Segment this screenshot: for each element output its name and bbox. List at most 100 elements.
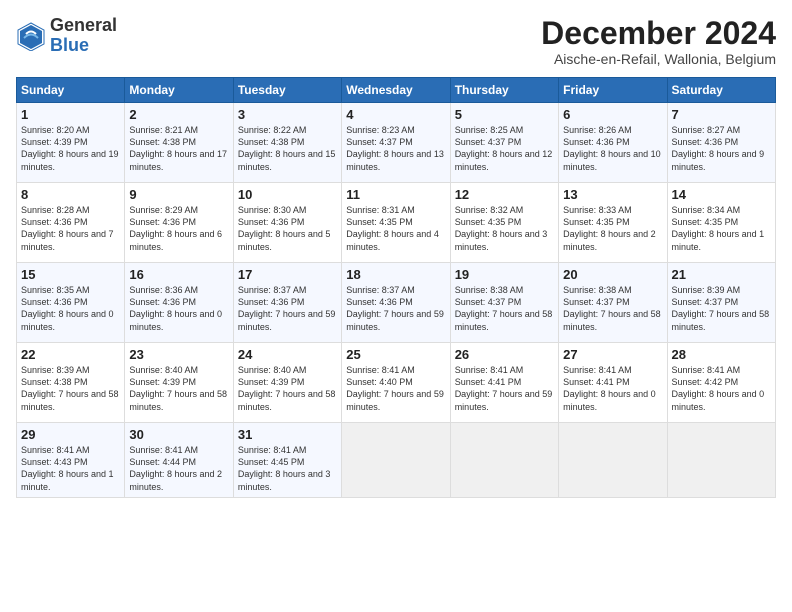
day-info: Sunrise: 8:21 AM Sunset: 4:38 PM Dayligh…	[129, 124, 228, 173]
table-row: 4 Sunrise: 8:23 AM Sunset: 4:37 PM Daylig…	[342, 103, 450, 183]
day-number: 10	[238, 187, 337, 202]
day-number: 17	[238, 267, 337, 282]
day-info: Sunrise: 8:38 AM Sunset: 4:37 PM Dayligh…	[455, 284, 554, 333]
col-monday: Monday	[125, 78, 233, 103]
day-number: 29	[21, 427, 120, 442]
day-info: Sunrise: 8:37 AM Sunset: 4:36 PM Dayligh…	[238, 284, 337, 333]
table-row: 2 Sunrise: 8:21 AM Sunset: 4:38 PM Daylig…	[125, 103, 233, 183]
day-info: Sunrise: 8:35 AM Sunset: 4:36 PM Dayligh…	[21, 284, 120, 333]
day-info: Sunrise: 8:39 AM Sunset: 4:37 PM Dayligh…	[672, 284, 771, 333]
table-row: 24 Sunrise: 8:40 AM Sunset: 4:39 PM Dayli…	[233, 343, 341, 423]
day-number: 18	[346, 267, 445, 282]
day-number: 4	[346, 107, 445, 122]
table-row: 21 Sunrise: 8:39 AM Sunset: 4:37 PM Dayli…	[667, 263, 775, 343]
calendar-table: Sunday Monday Tuesday Wednesday Thursday…	[16, 77, 776, 498]
day-number: 26	[455, 347, 554, 362]
day-info: Sunrise: 8:29 AM Sunset: 4:36 PM Dayligh…	[129, 204, 228, 253]
day-number: 1	[21, 107, 120, 122]
col-sunday: Sunday	[17, 78, 125, 103]
day-number: 6	[563, 107, 662, 122]
col-saturday: Saturday	[667, 78, 775, 103]
day-info: Sunrise: 8:41 AM Sunset: 4:41 PM Dayligh…	[563, 364, 662, 413]
day-number: 24	[238, 347, 337, 362]
day-number: 13	[563, 187, 662, 202]
table-row: 6 Sunrise: 8:26 AM Sunset: 4:36 PM Daylig…	[559, 103, 667, 183]
day-info: Sunrise: 8:41 AM Sunset: 4:44 PM Dayligh…	[129, 444, 228, 493]
table-row: 14 Sunrise: 8:34 AM Sunset: 4:35 PM Dayli…	[667, 183, 775, 263]
day-info: Sunrise: 8:27 AM Sunset: 4:36 PM Dayligh…	[672, 124, 771, 173]
day-number: 25	[346, 347, 445, 362]
table-row	[559, 423, 667, 498]
day-number: 28	[672, 347, 771, 362]
day-info: Sunrise: 8:31 AM Sunset: 4:35 PM Dayligh…	[346, 204, 445, 253]
table-row: 26 Sunrise: 8:41 AM Sunset: 4:41 PM Dayli…	[450, 343, 558, 423]
day-number: 22	[21, 347, 120, 362]
day-number: 2	[129, 107, 228, 122]
day-number: 11	[346, 187, 445, 202]
day-number: 5	[455, 107, 554, 122]
table-row: 22 Sunrise: 8:39 AM Sunset: 4:38 PM Dayli…	[17, 343, 125, 423]
table-row: 13 Sunrise: 8:33 AM Sunset: 4:35 PM Dayli…	[559, 183, 667, 263]
table-row: 1 Sunrise: 8:20 AM Sunset: 4:39 PM Daylig…	[17, 103, 125, 183]
table-row: 29 Sunrise: 8:41 AM Sunset: 4:43 PM Dayli…	[17, 423, 125, 498]
day-info: Sunrise: 8:41 AM Sunset: 4:45 PM Dayligh…	[238, 444, 337, 493]
day-number: 12	[455, 187, 554, 202]
day-info: Sunrise: 8:34 AM Sunset: 4:35 PM Dayligh…	[672, 204, 771, 253]
table-row: 3Sunrise: 8:22 AM Sunset: 4:38 PM Daylig…	[233, 103, 341, 183]
day-number: 16	[129, 267, 228, 282]
col-tuesday: Tuesday	[233, 78, 341, 103]
table-row: 23 Sunrise: 8:40 AM Sunset: 4:39 PM Dayli…	[125, 343, 233, 423]
day-info: Sunrise: 8:30 AM Sunset: 4:36 PM Dayligh…	[238, 204, 337, 253]
day-number: 14	[672, 187, 771, 202]
table-row: 27 Sunrise: 8:41 AM Sunset: 4:41 PM Dayli…	[559, 343, 667, 423]
day-number: 7	[672, 107, 771, 122]
month-title: December 2024	[541, 16, 776, 51]
day-info: Sunrise: 8:37 AM Sunset: 4:36 PM Dayligh…	[346, 284, 445, 333]
table-row: 28Sunrise: 8:41 AM Sunset: 4:42 PM Dayli…	[667, 343, 775, 423]
col-thursday: Thursday	[450, 78, 558, 103]
table-row: 12 Sunrise: 8:32 AM Sunset: 4:35 PM Dayli…	[450, 183, 558, 263]
table-row: 7 Sunrise: 8:27 AM Sunset: 4:36 PM Daylig…	[667, 103, 775, 183]
day-info: Sunrise: 8:40 AM Sunset: 4:39 PM Dayligh…	[238, 364, 337, 413]
day-number: 23	[129, 347, 228, 362]
day-info: Sunrise: 8:33 AM Sunset: 4:35 PM Dayligh…	[563, 204, 662, 253]
day-info: Sunrise: 8:20 AM Sunset: 4:39 PM Dayligh…	[21, 124, 120, 173]
table-row: 19 Sunrise: 8:38 AM Sunset: 4:37 PM Dayli…	[450, 263, 558, 343]
col-wednesday: Wednesday	[342, 78, 450, 103]
col-friday: Friday	[559, 78, 667, 103]
day-info: Sunrise: 8:25 AM Sunset: 4:37 PM Dayligh…	[455, 124, 554, 173]
day-info: Sunrise: 8:32 AM Sunset: 4:35 PM Dayligh…	[455, 204, 554, 253]
table-row	[667, 423, 775, 498]
logo-blue-text: Blue	[50, 36, 117, 56]
day-info: Sunrise: 8:41 AM Sunset: 4:43 PM Dayligh…	[21, 444, 120, 493]
logo-general-text: General	[50, 16, 117, 36]
day-number: 19	[455, 267, 554, 282]
table-row: 8Sunrise: 8:28 AM Sunset: 4:36 PM Daylig…	[17, 183, 125, 263]
day-info: Sunrise: 8:41 AM Sunset: 4:41 PM Dayligh…	[455, 364, 554, 413]
day-info: Sunrise: 8:36 AM Sunset: 4:36 PM Dayligh…	[129, 284, 228, 333]
day-info: Sunrise: 8:22 AM Sunset: 4:38 PM Dayligh…	[238, 124, 337, 173]
day-number: 9	[129, 187, 228, 202]
day-number: 31	[238, 427, 337, 442]
table-row: 31 Sunrise: 8:41 AM Sunset: 4:45 PM Dayli…	[233, 423, 341, 498]
title-block: December 2024 Aische-en-Refail, Wallonia…	[541, 16, 776, 67]
day-number: 15	[21, 267, 120, 282]
day-info: Sunrise: 8:26 AM Sunset: 4:36 PM Dayligh…	[563, 124, 662, 173]
day-info: Sunrise: 8:28 AM Sunset: 4:36 PM Dayligh…	[21, 204, 120, 253]
table-row: 5 Sunrise: 8:25 AM Sunset: 4:37 PM Daylig…	[450, 103, 558, 183]
table-row: 17 Sunrise: 8:37 AM Sunset: 4:36 PM Dayli…	[233, 263, 341, 343]
location-subtitle: Aische-en-Refail, Wallonia, Belgium	[541, 51, 776, 67]
day-info: Sunrise: 8:38 AM Sunset: 4:37 PM Dayligh…	[563, 284, 662, 333]
day-info: Sunrise: 8:40 AM Sunset: 4:39 PM Dayligh…	[129, 364, 228, 413]
day-number: 27	[563, 347, 662, 362]
day-info: Sunrise: 8:39 AM Sunset: 4:38 PM Dayligh…	[21, 364, 120, 413]
table-row	[450, 423, 558, 498]
day-info: Sunrise: 8:23 AM Sunset: 4:37 PM Dayligh…	[346, 124, 445, 173]
header-row: Sunday Monday Tuesday Wednesday Thursday…	[17, 78, 776, 103]
day-number: 20	[563, 267, 662, 282]
table-row: 30 Sunrise: 8:41 AM Sunset: 4:44 PM Dayli…	[125, 423, 233, 498]
day-number: 21	[672, 267, 771, 282]
day-number: 30	[129, 427, 228, 442]
logo-icon	[16, 21, 46, 51]
table-row: 18 Sunrise: 8:37 AM Sunset: 4:36 PM Dayli…	[342, 263, 450, 343]
